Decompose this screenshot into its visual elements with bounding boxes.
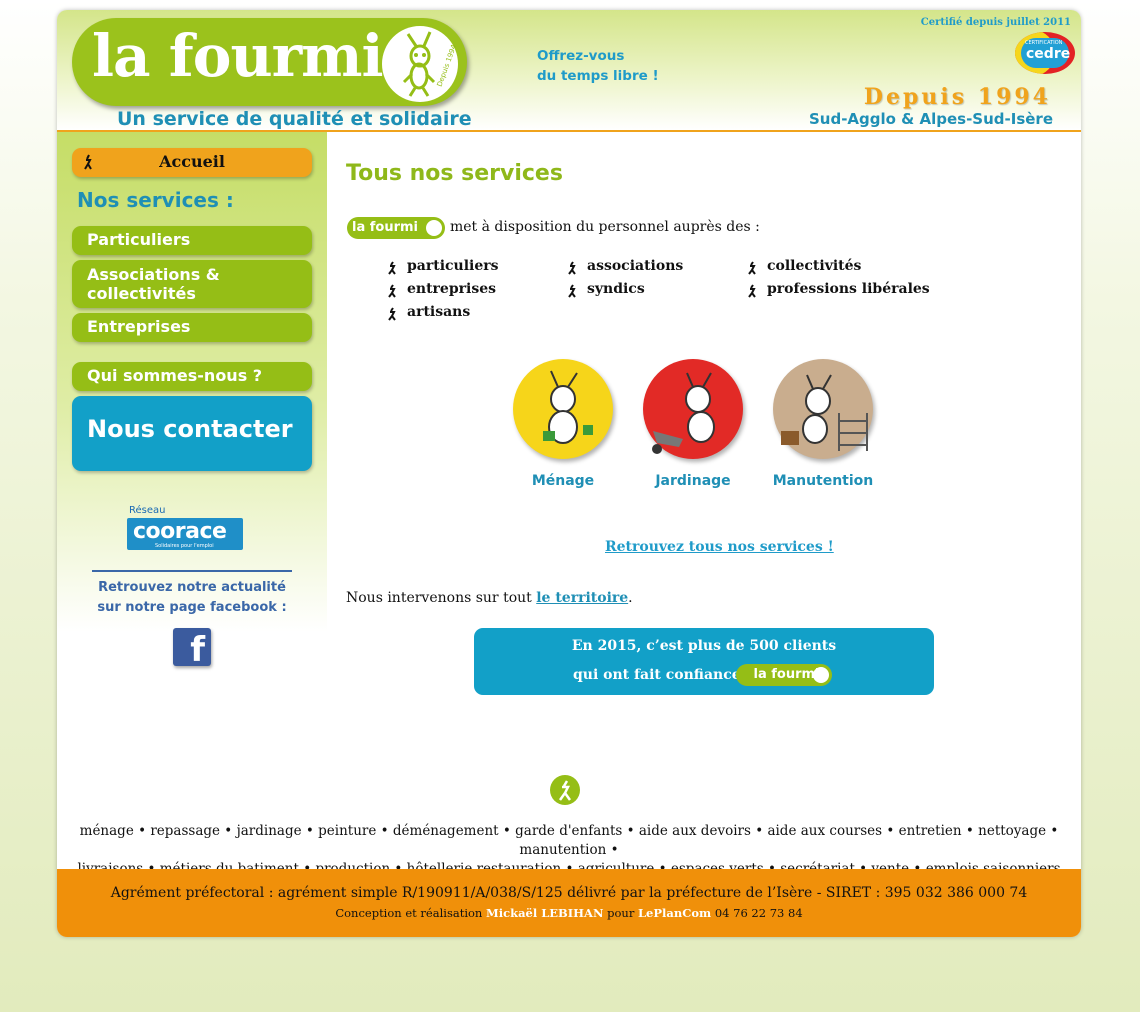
list-item: particuliers (388, 258, 499, 275)
category-menage[interactable]: Ménage (508, 359, 618, 489)
territory-link[interactable]: le territoire (536, 590, 628, 606)
list-item: entreprises (388, 281, 496, 298)
site-logo[interactable]: la fourmi Depuis 1994 (72, 18, 467, 106)
manutention-ant-icon (773, 359, 873, 459)
menage-ant-icon (513, 359, 613, 459)
header: la fourmi Depuis 1994 Un service de qual… (57, 10, 1081, 132)
divider (92, 570, 292, 572)
sidebar: Accueil Nos services : Particuliers Asso… (57, 132, 327, 666)
list-item: collectivités (748, 258, 861, 275)
agrement-text: Agrément préfectoral : agrément simple R… (110, 885, 1028, 901)
page-container: la fourmi Depuis 1994 Un service de qual… (57, 10, 1081, 937)
manutention-label[interactable]: Manutention (768, 473, 878, 489)
services-heading: Nos services : (77, 188, 234, 212)
certification-text: Certifié depuis juillet 2011 (920, 17, 1071, 28)
ant-bullet-icon (388, 261, 396, 275)
cedre-logo: CERTIFICATION cedre (1015, 32, 1075, 74)
footer-ant-icon (550, 775, 580, 805)
tagline: Un service de qualité et solidaire (117, 108, 472, 130)
coorace-logo[interactable]: Réseau coorace Solidaires pour l'emploi (127, 505, 245, 553)
territory-text: Nous intervenons sur tout le territoire. (346, 590, 633, 606)
ant-icon (426, 220, 442, 236)
ant-bullet-icon (388, 307, 396, 321)
all-services-link[interactable]: Retrouvez tous nos services ! (605, 539, 834, 555)
nav-about-button[interactable]: Qui sommes-nous ? (72, 362, 312, 391)
ant-bullet-icon (568, 261, 576, 275)
ant-bullet-icon (84, 154, 92, 170)
list-item: professions libérales (748, 281, 930, 298)
list-item: syndics (568, 281, 645, 298)
nav-entreprises-button[interactable]: Entreprises (72, 313, 312, 342)
ant-bullet-icon (748, 261, 756, 275)
nav-particuliers-button[interactable]: Particuliers (72, 226, 312, 255)
ant-mascot-icon: Depuis 1994 (382, 26, 458, 102)
intro-text: met à disposition du personnel auprès de… (450, 219, 760, 235)
ant-bullet-icon (568, 284, 576, 298)
nav-associations-button[interactable]: Associations & collectivités (72, 260, 312, 308)
facebook-text: Retrouvez notre actualité sur notre page… (97, 580, 287, 615)
category-jardinage[interactable]: Jardinage (638, 359, 748, 489)
header-slogan: Offrez-vous du temps libre ! (537, 48, 659, 84)
region-label: Sud-Agglo & Alpes-Sud-Isère (808, 110, 1053, 128)
facebook-icon[interactable]: f (173, 628, 211, 666)
ant-bullet-icon (748, 284, 756, 298)
nav-accueil-button[interactable]: Accueil (72, 148, 312, 177)
logo-text: la fourmi (92, 22, 384, 90)
ant-icon (813, 667, 829, 683)
footer: Agrément préfectoral : agrément simple R… (57, 869, 1081, 937)
menage-label[interactable]: Ménage (508, 473, 618, 489)
jardinage-ant-icon (643, 359, 743, 459)
page-title: Tous nos services (346, 161, 563, 186)
inline-logo: la fourmi (347, 217, 445, 239)
ant-bullet-icon (388, 284, 396, 298)
logo-badge: Depuis 1994 (436, 43, 458, 88)
jardinage-label[interactable]: Jardinage (638, 473, 748, 489)
category-manutention[interactable]: Manutention (768, 359, 878, 489)
list-item: artisans (388, 304, 470, 321)
banner-logo: la fourmi (736, 664, 832, 686)
list-item: associations (568, 258, 683, 275)
clients-banner: En 2015, c’est plus de 500 clients qui o… (474, 628, 934, 695)
nav-contact-button[interactable]: Nous contacter (72, 396, 312, 471)
credit-text: Conception et réalisation Mickaël LEBIHA… (335, 906, 803, 920)
since-label: Depuis 1994 (863, 84, 1051, 110)
